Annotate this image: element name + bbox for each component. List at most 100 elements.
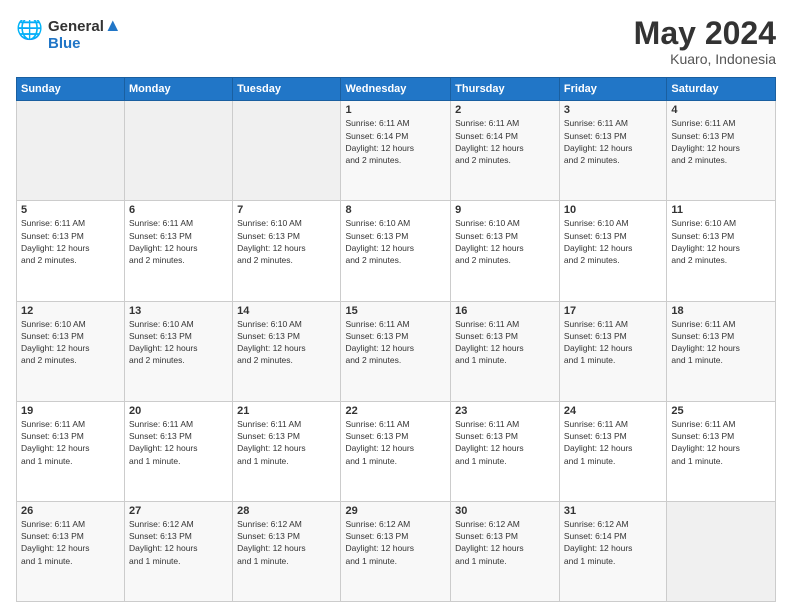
calendar-header: SundayMondayTuesdayWednesdayThursdayFrid… <box>17 78 776 101</box>
calendar-cell: 25Sunrise: 6:11 AMSunset: 6:13 PMDayligh… <box>667 401 776 501</box>
day-info: Sunrise: 6:11 AMSunset: 6:13 PMDaylight:… <box>455 318 555 367</box>
day-info: Sunrise: 6:11 AMSunset: 6:13 PMDaylight:… <box>21 217 120 266</box>
day-number: 5 <box>21 204 120 216</box>
day-number: 10 <box>564 204 662 216</box>
day-info: Sunrise: 6:11 AMSunset: 6:14 PMDaylight:… <box>455 117 555 166</box>
day-number: 23 <box>455 405 555 417</box>
day-info: Sunrise: 6:11 AMSunset: 6:13 PMDaylight:… <box>455 418 555 467</box>
calendar-cell: 24Sunrise: 6:11 AMSunset: 6:13 PMDayligh… <box>559 401 666 501</box>
calendar-cell: 11Sunrise: 6:10 AMSunset: 6:13 PMDayligh… <box>667 201 776 301</box>
day-info: Sunrise: 6:10 AMSunset: 6:13 PMDaylight:… <box>455 217 555 266</box>
day-number: 21 <box>237 405 336 417</box>
day-number: 27 <box>129 505 228 517</box>
day-info: Sunrise: 6:10 AMSunset: 6:13 PMDaylight:… <box>129 318 228 367</box>
calendar-cell: 9Sunrise: 6:10 AMSunset: 6:13 PMDaylight… <box>451 201 560 301</box>
header: 🌐 General▲ Blue May 2024 Kuaro, Indonesi… <box>16 16 776 67</box>
calendar-cell: 30Sunrise: 6:12 AMSunset: 6:13 PMDayligh… <box>451 501 560 601</box>
calendar-cell: 1Sunrise: 6:11 AMSunset: 6:14 PMDaylight… <box>341 101 451 201</box>
day-number: 2 <box>455 104 555 116</box>
day-number: 15 <box>345 305 446 317</box>
calendar-cell: 27Sunrise: 6:12 AMSunset: 6:13 PMDayligh… <box>125 501 233 601</box>
day-info: Sunrise: 6:11 AMSunset: 6:13 PMDaylight:… <box>129 217 228 266</box>
day-info: Sunrise: 6:11 AMSunset: 6:13 PMDaylight:… <box>21 418 120 467</box>
calendar-cell <box>667 501 776 601</box>
day-info: Sunrise: 6:11 AMSunset: 6:13 PMDaylight:… <box>671 418 771 467</box>
calendar-cell: 20Sunrise: 6:11 AMSunset: 6:13 PMDayligh… <box>125 401 233 501</box>
calendar-cell: 5Sunrise: 6:11 AMSunset: 6:13 PMDaylight… <box>17 201 125 301</box>
calendar-cell <box>125 101 233 201</box>
title-block: May 2024 Kuaro, Indonesia <box>634 16 776 67</box>
day-info: Sunrise: 6:10 AMSunset: 6:13 PMDaylight:… <box>564 217 662 266</box>
calendar-cell: 28Sunrise: 6:12 AMSunset: 6:13 PMDayligh… <box>233 501 341 601</box>
calendar-cell: 12Sunrise: 6:10 AMSunset: 6:13 PMDayligh… <box>17 301 125 401</box>
header-day-sunday: Sunday <box>17 78 125 101</box>
calendar-cell: 29Sunrise: 6:12 AMSunset: 6:13 PMDayligh… <box>341 501 451 601</box>
header-day-tuesday: Tuesday <box>233 78 341 101</box>
week-row-5: 26Sunrise: 6:11 AMSunset: 6:13 PMDayligh… <box>17 501 776 601</box>
day-number: 13 <box>129 305 228 317</box>
header-day-saturday: Saturday <box>667 78 776 101</box>
calendar-cell: 19Sunrise: 6:11 AMSunset: 6:13 PMDayligh… <box>17 401 125 501</box>
day-info: Sunrise: 6:11 AMSunset: 6:13 PMDaylight:… <box>564 117 662 166</box>
calendar-cell: 17Sunrise: 6:11 AMSunset: 6:13 PMDayligh… <box>559 301 666 401</box>
calendar-cell <box>233 101 341 201</box>
day-info: Sunrise: 6:11 AMSunset: 6:13 PMDaylight:… <box>671 318 771 367</box>
day-number: 26 <box>21 505 120 517</box>
day-info: Sunrise: 6:12 AMSunset: 6:14 PMDaylight:… <box>564 518 662 567</box>
header-row: SundayMondayTuesdayWednesdayThursdayFrid… <box>17 78 776 101</box>
day-info: Sunrise: 6:11 AMSunset: 6:13 PMDaylight:… <box>237 418 336 467</box>
day-info: Sunrise: 6:11 AMSunset: 6:14 PMDaylight:… <box>345 117 446 166</box>
calendar-cell: 3Sunrise: 6:11 AMSunset: 6:13 PMDaylight… <box>559 101 666 201</box>
day-number: 12 <box>21 305 120 317</box>
day-info: Sunrise: 6:10 AMSunset: 6:13 PMDaylight:… <box>237 217 336 266</box>
calendar-cell: 22Sunrise: 6:11 AMSunset: 6:13 PMDayligh… <box>341 401 451 501</box>
calendar-cell: 16Sunrise: 6:11 AMSunset: 6:13 PMDayligh… <box>451 301 560 401</box>
calendar-cell <box>17 101 125 201</box>
calendar-cell: 7Sunrise: 6:10 AMSunset: 6:13 PMDaylight… <box>233 201 341 301</box>
day-number: 11 <box>671 204 771 216</box>
calendar-cell: 18Sunrise: 6:11 AMSunset: 6:13 PMDayligh… <box>667 301 776 401</box>
day-number: 8 <box>345 204 446 216</box>
day-info: Sunrise: 6:12 AMSunset: 6:13 PMDaylight:… <box>455 518 555 567</box>
day-number: 19 <box>21 405 120 417</box>
header-day-friday: Friday <box>559 78 666 101</box>
day-info: Sunrise: 6:10 AMSunset: 6:13 PMDaylight:… <box>237 318 336 367</box>
day-info: Sunrise: 6:12 AMSunset: 6:13 PMDaylight:… <box>129 518 228 567</box>
day-info: Sunrise: 6:12 AMSunset: 6:13 PMDaylight:… <box>237 518 336 567</box>
day-info: Sunrise: 6:11 AMSunset: 6:13 PMDaylight:… <box>129 418 228 467</box>
day-info: Sunrise: 6:11 AMSunset: 6:13 PMDaylight:… <box>345 318 446 367</box>
page: 🌐 General▲ Blue May 2024 Kuaro, Indonesi… <box>0 0 792 612</box>
day-info: Sunrise: 6:10 AMSunset: 6:13 PMDaylight:… <box>671 217 771 266</box>
calendar-cell: 10Sunrise: 6:10 AMSunset: 6:13 PMDayligh… <box>559 201 666 301</box>
calendar-cell: 21Sunrise: 6:11 AMSunset: 6:13 PMDayligh… <box>233 401 341 501</box>
main-title: May 2024 <box>634 16 776 51</box>
day-number: 14 <box>237 305 336 317</box>
calendar-cell: 15Sunrise: 6:11 AMSunset: 6:13 PMDayligh… <box>341 301 451 401</box>
day-number: 6 <box>129 204 228 216</box>
week-row-4: 19Sunrise: 6:11 AMSunset: 6:13 PMDayligh… <box>17 401 776 501</box>
header-day-wednesday: Wednesday <box>341 78 451 101</box>
week-row-1: 1Sunrise: 6:11 AMSunset: 6:14 PMDaylight… <box>17 101 776 201</box>
week-row-3: 12 Sunrise: 6:10 AMSunset: 6:13 PMDayligh… <box>17 301 776 401</box>
day-info: Sunrise: 6:11 AMSunset: 6:13 PMDaylight:… <box>21 518 120 567</box>
header-day-thursday: Thursday <box>451 78 560 101</box>
calendar-cell: 26Sunrise: 6:11 AMSunset: 6:13 PMDayligh… <box>17 501 125 601</box>
day-number: 3 <box>564 104 662 116</box>
day-number: 4 <box>671 104 771 116</box>
day-number: 18 <box>671 305 771 317</box>
calendar-table: SundayMondayTuesdayWednesdayThursdayFrid… <box>16 77 776 602</box>
calendar-cell: 4Sunrise: 6:11 AMSunset: 6:13 PMDaylight… <box>667 101 776 201</box>
day-number: 30 <box>455 505 555 517</box>
day-info: Sunrise: 6:11 AMSunset: 6:13 PMDaylight:… <box>564 418 662 467</box>
calendar-body: 1Sunrise: 6:11 AMSunset: 6:14 PMDaylight… <box>17 101 776 602</box>
subtitle: Kuaro, Indonesia <box>634 51 776 67</box>
calendar-cell: 13Sunrise: 6:10 AMSunset: 6:13 PMDayligh… <box>125 301 233 401</box>
logo-icon: 🌐 <box>16 20 44 48</box>
calendar-cell: 14Sunrise: 6:10 AMSunset: 6:13 PMDayligh… <box>233 301 341 401</box>
day-number: 17 <box>564 305 662 317</box>
logo-text: General▲ Blue <box>48 16 122 52</box>
calendar-cell: 31Sunrise: 6:12 AMSunset: 6:14 PMDayligh… <box>559 501 666 601</box>
day-number: 22 <box>345 405 446 417</box>
calendar-cell: 23Sunrise: 6:11 AMSunset: 6:13 PMDayligh… <box>451 401 560 501</box>
day-info: Sunrise: 6:11 AMSunset: 6:13 PMDaylight:… <box>564 318 662 367</box>
